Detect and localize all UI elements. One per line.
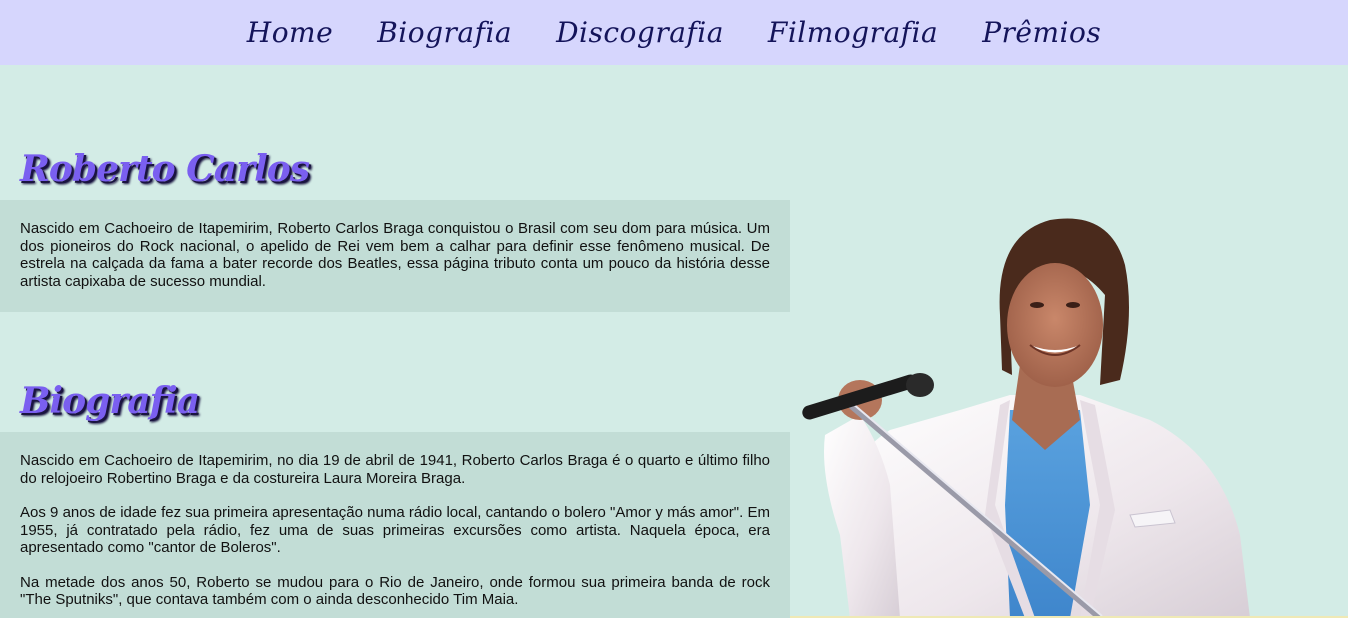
top-navbar: Home Biografia Discografia Filmografia P… xyxy=(0,0,1348,65)
biografia-paragraph-2: Aos 9 anos de idade fez sua primeira apr… xyxy=(20,504,770,556)
intro-text-box: Nascido em Cachoeiro de Itapemirim, Robe… xyxy=(0,200,790,312)
nav-discografia-link[interactable]: Discografia xyxy=(556,16,724,49)
biografia-paragraph-3: Na metade dos anos 50, Roberto se mudou … xyxy=(20,573,770,609)
singer-portrait-image xyxy=(802,218,1250,618)
intro-title: Roberto Carlos xyxy=(20,148,310,190)
biografia-paragraph-1: Nascido em Cachoeiro de Itapemirim, no d… xyxy=(20,452,770,487)
nav-biografia-link[interactable]: Biografia xyxy=(377,16,512,49)
biografia-text-box: Nascido em Cachoeiro de Itapemirim, no d… xyxy=(0,432,790,618)
nav-premios-link[interactable]: Prêmios xyxy=(982,16,1101,49)
nav-home-link[interactable]: Home xyxy=(247,16,333,49)
intro-paragraph: Nascido em Cachoeiro de Itapemirim, Robe… xyxy=(20,220,770,290)
biografia-title: Biografia xyxy=(20,380,200,422)
nav-filmografia-link[interactable]: Filmografia xyxy=(768,16,938,49)
